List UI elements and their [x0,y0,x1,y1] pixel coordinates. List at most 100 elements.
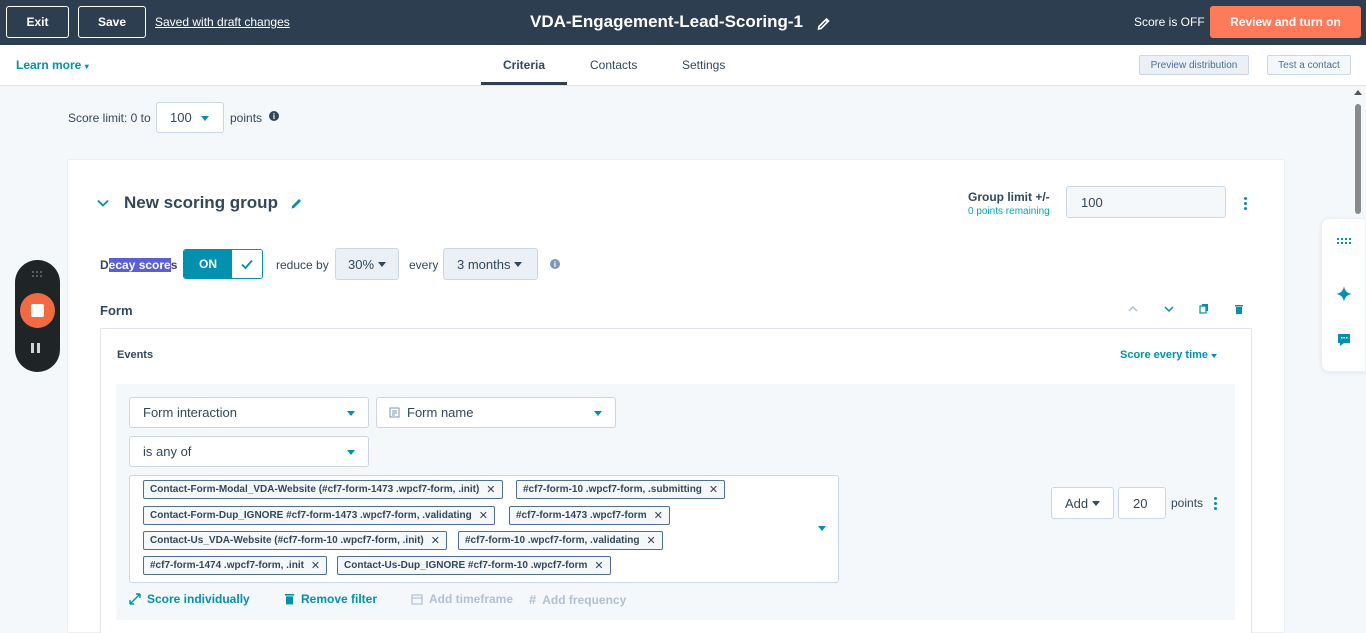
reduce-by-value: 30% [348,256,375,272]
test-contact-button[interactable]: Test a contact [1267,55,1351,75]
stop-recording-button[interactable] [20,293,55,328]
toggle-on-label: ON [184,250,232,278]
form-property-icon [389,407,400,418]
remove-chip-icon[interactable]: ✕ [646,534,655,547]
chevron-down-icon [514,261,523,267]
remove-chip-icon[interactable]: ✕ [486,483,495,496]
points-input[interactable]: 20 [1118,487,1166,519]
operator-select[interactable]: is any of [129,436,369,467]
value-chip: #cf7-form-1473 .wpcf7-form ✕ [509,506,670,525]
event-type-select[interactable]: Form interaction [129,397,369,428]
value-chip: Contact-Form-Dup_IGNORE #cf7-form-1473 .… [143,506,495,525]
points-value: 20 [1133,495,1148,511]
tab-settings[interactable]: Settings [682,58,725,72]
edit-title-pencil-icon[interactable] [816,15,832,31]
value-chip: #cf7-form-10 .wpcf7-form, .submitting ✕ [516,480,726,499]
page-title: VDA-Engagement-Lead-Scoring-1 [530,12,803,31]
remove-filter-button[interactable]: Remove filter [284,592,377,606]
score-individually-button[interactable]: Score individually [129,592,250,606]
value-chip: Contact-Us_VDA-Website (#cf7-form-10 .wp… [143,531,447,550]
checkmark-icon [232,250,262,278]
event-type-value: Form interaction [143,405,237,420]
screen-recorder-widget [15,260,60,372]
edit-group-pencil-icon[interactable] [290,196,304,210]
scroll-up-arrow[interactable] [1354,90,1362,95]
chevron-down-icon [347,411,355,416]
ai-sparkle-icon[interactable] [1336,286,1352,302]
points-remaining-text: 0 points remaining [968,206,1050,217]
decay-scores-label: Decay scores [100,258,178,272]
info-icon[interactable]: i [269,111,279,121]
collapse-chevron-icon[interactable] [96,196,110,210]
add-timeframe-button[interactable]: Add timeframe [411,592,513,606]
add-frequency-button[interactable]: # Add frequency [529,592,626,607]
chevron-down-icon [378,261,387,267]
tab-contacts[interactable]: Contacts [590,58,637,72]
score-limit-unit: points [230,111,263,125]
reduce-by-select[interactable]: 30% [335,248,399,280]
score-limit-value: 100 [170,110,192,125]
criteria-more-options-icon[interactable] [1214,497,1217,510]
draft-changes-link[interactable]: Saved with draft changes [155,15,290,29]
value-chip: Contact-Form-Modal_VDA-Website (#cf7-for… [143,480,503,499]
tab-bar: Learn more ▾ Criteria Contacts Settings … [0,45,1366,86]
chevron-down-icon [594,411,602,416]
remove-chip-icon[interactable]: ✕ [594,559,603,572]
save-button[interactable]: Save [78,6,146,38]
group-limit-label: Group limit +/- [968,190,1050,204]
add-subtract-select[interactable]: Add [1051,487,1114,519]
expand-arrows-icon [129,593,141,605]
score-limit-label: Score limit: 0 to [68,111,151,125]
clone-icon[interactable] [1198,303,1210,315]
every-label: every [409,258,439,272]
top-bar: Exit Save Saved with draft changes VDA-E… [0,0,1366,45]
drag-handle-icon[interactable] [31,270,43,278]
preview-distribution-button[interactable]: Preview distribution [1139,55,1249,75]
calendar-icon [411,594,423,605]
remove-chip-icon[interactable]: ✕ [709,483,718,496]
apps-grid-icon[interactable] [1336,233,1352,249]
operator-value: is any of [143,444,192,459]
property-value: Form name [407,405,474,420]
pause-recording-button[interactable] [31,343,40,353]
chevron-down-icon[interactable] [818,526,826,531]
learn-more-dropdown[interactable]: Learn more ▾ [16,58,89,72]
chat-icon[interactable] [1336,332,1352,348]
right-sidebar-rail [1321,218,1366,372]
chevron-down-icon [201,116,209,121]
exit-button[interactable]: Exit [6,6,69,38]
points-label: points [1171,496,1204,510]
active-tab-indicator [481,82,567,85]
decay-toggle[interactable]: ON [183,249,263,279]
chevron-down-icon [1211,354,1218,358]
remove-chip-icon[interactable]: ✕ [654,509,663,522]
decay-period-select[interactable]: 3 months [443,248,538,280]
info-icon[interactable]: i [550,259,560,269]
tab-criteria[interactable]: Criteria [503,58,545,72]
remove-chip-icon[interactable]: ✕ [311,559,320,572]
scrollbar-thumb[interactable] [1355,104,1361,214]
chevron-down-icon [1092,500,1101,506]
delete-icon[interactable] [1233,303,1245,315]
review-and-turn-on-button[interactable]: Review and turn on [1210,6,1361,38]
add-subtract-value: Add [1065,495,1089,511]
group-limit-input[interactable]: 100 [1066,186,1226,218]
property-select[interactable]: Form name [376,397,616,428]
score-every-time-dropdown[interactable]: Score every time [1120,349,1218,361]
value-chip: Contact-Us-Dup_IGNORE #cf7-form-10 .wpcf… [337,556,611,575]
remove-chip-icon[interactable]: ✕ [431,534,440,547]
events-label: Events [117,349,154,361]
chevron-down-icon [347,450,355,455]
move-down-icon[interactable] [1163,303,1175,315]
value-chip: #cf7-form-1474 .wpcf7-form, .init ✕ [143,556,328,575]
stop-icon [31,304,44,317]
group-title: New scoring group [124,193,278,212]
score-limit-select[interactable]: 100 [156,102,224,133]
trash-icon [285,594,294,605]
remove-chip-icon[interactable]: ✕ [479,509,488,522]
reduce-by-label: reduce by [276,258,329,272]
score-status-text: Score is OFF [1134,15,1205,29]
decay-period-value: 3 months [457,256,511,272]
group-more-options-icon[interactable] [1244,197,1247,210]
move-up-icon[interactable] [1127,303,1139,315]
